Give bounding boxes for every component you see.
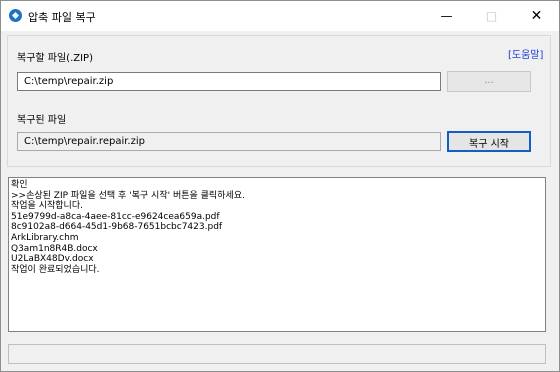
close-button[interactable]: ✕ (514, 1, 559, 31)
output-file-field: C:\temp\repair.repair.zip (17, 132, 441, 151)
source-file-label: 복구할 파일(.ZIP) (17, 53, 93, 64)
log-line: 8c9102a8-d664-45d1-9b68-7651bcbc7423.pdf (11, 222, 223, 233)
log-line: 51e9799d-a8ca-4aee-81cc-e9624cea659a.pdf (11, 211, 220, 222)
app-repair-icon (9, 9, 22, 22)
log-line: ArkLibrary.chm (11, 232, 79, 243)
status-bar (8, 344, 546, 364)
log-line: U2LaBX48Dv.docx (11, 254, 94, 265)
log-textbox[interactable]: 확인 >>손상된 ZIP 파일을 선택 후 '복구 시작' 버튼을 클릭하세요.… (8, 177, 546, 332)
maximize-button[interactable]: □ (469, 1, 514, 31)
minimize-button[interactable]: — (424, 1, 469, 31)
browse-button[interactable]: ... (447, 71, 531, 92)
log-line: Q3am1n8R4B.docx (11, 243, 98, 254)
help-link[interactable]: [도움말] (508, 46, 543, 61)
log-line: 확인 (11, 180, 28, 190)
output-file-label: 복구된 파일 (17, 115, 67, 126)
log-line: >>손상된 ZIP 파일을 선택 후 '복구 시작' 버튼을 클릭하세요. (11, 190, 245, 201)
main-window: 압축 파일 복구 — □ ✕ 복구할 파일(.ZIP) [도움말] C:\tem… (0, 0, 560, 372)
title-bar[interactable]: 압축 파일 복구 — □ ✕ (1, 1, 559, 31)
start-repair-button[interactable]: 복구 시작 (447, 131, 531, 152)
window-title: 압축 파일 복구 (28, 11, 96, 24)
log-line: 작업이 완료되었습니다. (11, 264, 100, 275)
log-line: 작업을 시작합니다. (11, 201, 83, 212)
source-file-input[interactable]: C:\temp\repair.zip (17, 72, 441, 91)
